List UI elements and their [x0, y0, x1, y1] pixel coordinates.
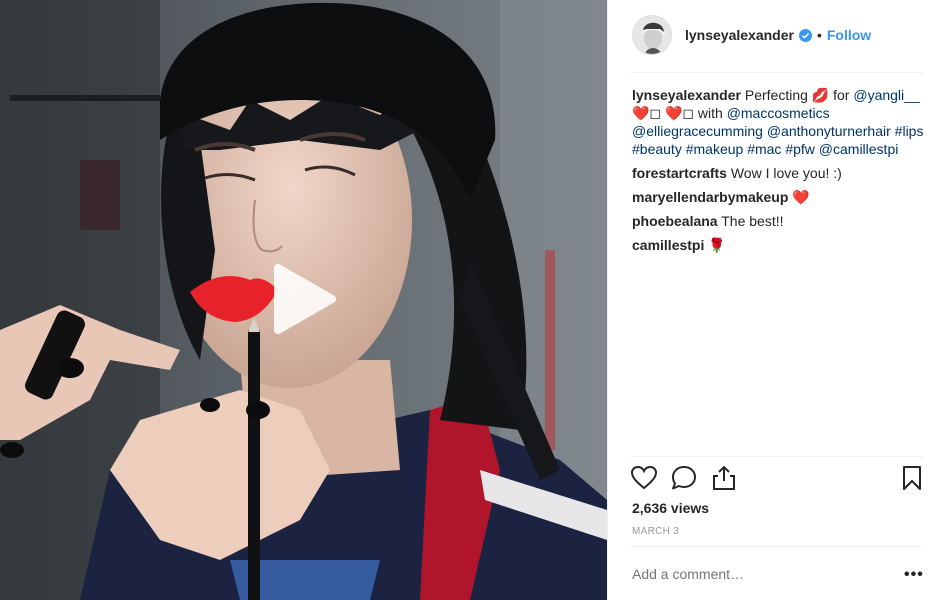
- play-button[interactable]: [262, 258, 344, 340]
- mention-link[interactable]: @anthonyturnerhair: [767, 123, 891, 139]
- bookmark-icon: [903, 466, 921, 490]
- action-bar: [630, 464, 924, 496]
- post-video[interactable]: [0, 0, 607, 600]
- comment-item: camillestpi 🌹: [632, 236, 924, 254]
- more-options-button[interactable]: •••: [904, 566, 924, 584]
- comment-username[interactable]: maryellendarbymakeup: [632, 189, 788, 205]
- header-divider: [630, 72, 923, 73]
- comment-username[interactable]: forestartcrafts: [632, 165, 727, 181]
- comment-text: ❤️: [788, 189, 810, 205]
- comment-username[interactable]: phoebealana: [632, 213, 718, 229]
- mention-link[interactable]: @elliegracecumming: [632, 123, 763, 139]
- caption-username[interactable]: lynseyalexander: [632, 87, 741, 103]
- composer-divider: [630, 546, 923, 547]
- comment-text: 🌹: [704, 237, 726, 253]
- add-comment-input[interactable]: [632, 564, 862, 584]
- save-button[interactable]: [898, 464, 928, 494]
- play-icon: [274, 264, 336, 334]
- views-count[interactable]: 2,636 views: [632, 500, 709, 516]
- heart-icon: [630, 465, 658, 490]
- comment-item: phoebealana The best!!: [632, 212, 924, 230]
- comment-text: The best!!: [717, 213, 784, 229]
- comments-list: lynseyalexander Perfecting 💋 for @yangli…: [632, 86, 924, 260]
- mention-link[interactable]: @yangli__: [853, 87, 919, 103]
- verified-badge-icon: [798, 28, 812, 42]
- mention-link[interactable]: @camillestpi: [819, 141, 899, 157]
- caption: lynseyalexander Perfecting 💋 for @yangli…: [632, 86, 924, 158]
- caption-text: for: [829, 87, 854, 103]
- post-date: MARCH 3: [632, 526, 680, 537]
- comment-text: Wow I love you! :): [726, 165, 842, 181]
- share-button[interactable]: [710, 464, 740, 494]
- mention-link[interactable]: @maccosmetics: [727, 105, 830, 121]
- post-header: lynseyalexander • Follow: [632, 12, 922, 58]
- heart-emojis: ❤️◻ ❤️◻: [632, 105, 698, 121]
- follow-button[interactable]: Follow: [827, 27, 871, 43]
- post-details-panel: lynseyalexander • Follow lynseyalexander…: [607, 0, 944, 600]
- caption-text: with: [697, 105, 727, 121]
- like-button[interactable]: [630, 464, 660, 494]
- comment-bubble-icon: [672, 466, 696, 490]
- comment-item: forestartcrafts Wow I love you! :): [632, 164, 924, 182]
- caption-text: Perfecting: [740, 87, 812, 103]
- comment-username[interactable]: camillestpi: [632, 237, 704, 253]
- comment-item: maryellendarbymakeup ❤️: [632, 188, 924, 206]
- kiss-emoji: 💋: [811, 87, 830, 103]
- comment-button[interactable]: [670, 464, 700, 494]
- avatar-image: [633, 16, 671, 54]
- author-avatar[interactable]: [632, 15, 672, 55]
- actions-divider: [630, 456, 923, 457]
- share-icon: [713, 465, 735, 490]
- author-username[interactable]: lynseyalexander: [685, 27, 794, 43]
- separator-dot: •: [816, 27, 822, 43]
